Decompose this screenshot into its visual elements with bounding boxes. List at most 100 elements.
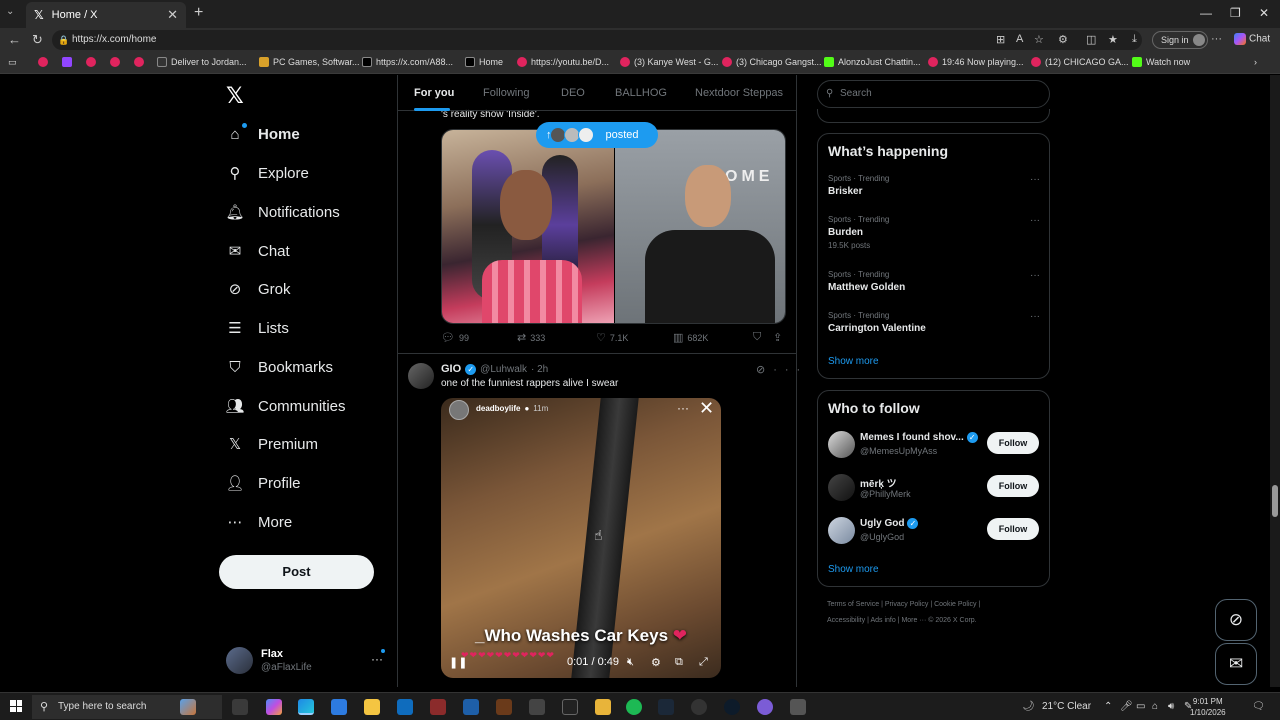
tab-for-you[interactable]: For you (414, 87, 454, 99)
sidebar-item-notifications[interactable]: 🔔︎ Notifications (225, 198, 339, 226)
bookmark-item[interactable]: (3) Kanye West - G... (620, 57, 718, 67)
trend-item[interactable]: Sports · Trending Matthew Golden ··· (828, 270, 1040, 293)
split-screen-icon[interactable]: ◫ (1086, 33, 1096, 46)
more-dots-icon[interactable]: ··· (1030, 174, 1040, 185)
settings-gear-icon[interactable] (790, 699, 806, 715)
app-icon[interactable] (496, 699, 512, 715)
sidebar-item-premium[interactable]: 𝕏 Premium (226, 430, 318, 458)
sidebar-item-lists[interactable]: ☰ Lists (226, 314, 289, 342)
fullscreen-icon[interactable]: ⤢ (699, 656, 708, 669)
app-icon[interactable] (562, 699, 578, 715)
mute-icon[interactable]: 🔇︎ (627, 656, 634, 669)
follow-suggestion[interactable]: Ugly God ✓ @UglyGod Follow (828, 516, 1040, 546)
mail-icon[interactable] (397, 699, 413, 715)
battery-icon[interactable]: ▭ (1136, 701, 1145, 712)
copilot-chat-button[interactable]: Chat (1234, 33, 1270, 45)
messages-float-button[interactable]: ✉ (1215, 643, 1257, 685)
follow-button[interactable]: Follow (987, 518, 1039, 540)
bookmark-item[interactable]: https://youtu.be/D... (517, 57, 609, 67)
tab-close-icon[interactable]: ✕ (167, 7, 178, 23)
weather-text[interactable]: 21°C Clear (1042, 701, 1091, 712)
chevron-up-icon[interactable]: ⌃ (1104, 701, 1112, 712)
favorites-icon[interactable]: ★ (1108, 33, 1118, 46)
app-icon[interactable] (595, 699, 611, 715)
edge-icon[interactable] (298, 699, 314, 715)
mic-icon[interactable]: 🎤︎ (1120, 701, 1133, 712)
favorite-star-icon[interactable]: ☆ (1034, 33, 1044, 46)
tab-ballhog[interactable]: BALLHOG (615, 87, 667, 99)
bookmark-item[interactable]: 19:46 Now playing... (928, 57, 1024, 67)
video-player[interactable]: deadboylife ● 11m ··· ✕ _Who Washes Car … (441, 398, 721, 678)
window-close-icon[interactable]: ✕ (1259, 6, 1269, 20)
tab-actions-icon[interactable]: ⌄ (6, 6, 14, 17)
steam-icon[interactable] (658, 699, 674, 715)
bookmark-item[interactable]: AlonzoJust Chattin... (824, 57, 921, 67)
follow-button[interactable]: Follow (987, 432, 1039, 454)
bookmark-item[interactable]: https://x.com/A88... (362, 57, 453, 67)
footer-links[interactable]: Terms of Service | Privacy Policy | Cook… (827, 601, 980, 608)
sidebar-item-grok[interactable]: ⊘ Grok (226, 275, 291, 303)
bookmark-item[interactable]: (12) CHICAGO GA... (1031, 57, 1129, 67)
tab-following[interactable]: Following (483, 87, 529, 99)
sidebar-item-profile[interactable]: 👤︎ Profile (225, 469, 300, 497)
footer-links[interactable]: Accessibility | Ads info | More ··· © 20… (827, 617, 977, 624)
taskbar-clock[interactable]: 9:01 PM 1/10/2026 (1190, 696, 1226, 718)
downloads-icon[interactable]: ⤓ (1132, 33, 1137, 46)
minimize-icon[interactable]: — (1200, 6, 1212, 20)
author-handle[interactable]: @Luhwalk (480, 364, 527, 375)
bookmarks-menu-icon[interactable]: ▭ (8, 57, 17, 68)
reply-button[interactable]: 💬︎ 99 (441, 331, 469, 344)
grok-float-button[interactable]: ⊘ (1215, 599, 1257, 641)
trend-item[interactable]: Sports · Trending Brisker ··· (828, 174, 1040, 197)
browser-tab-home[interactable]: 𝕏 Home / X ✕ (26, 2, 186, 28)
follow-suggestion[interactable]: mērķ ツ @PhillyMerk Follow (828, 473, 1040, 503)
more-dots-icon[interactable]: ··· (1030, 215, 1040, 226)
scrollbar-thumb[interactable] (1272, 485, 1278, 517)
sidebar-item-chat[interactable]: ✉ Chat (226, 237, 290, 265)
avatar[interactable] (408, 363, 434, 389)
repost-button[interactable]: ⇄ 333 (517, 331, 545, 344)
sidebar-item-more[interactable]: ⋯ More (226, 508, 293, 536)
bookmark-item[interactable]: Deliver to Jordan... (157, 57, 247, 67)
url-field[interactable]: 🔒 https://x.com/home (52, 30, 1142, 50)
extensions-icon[interactable]: ⚙ (1058, 33, 1068, 46)
pip-icon[interactable]: ⧉ (675, 656, 683, 669)
trend-item[interactable]: Sports · Trending Burden 19.5K posts ··· (828, 215, 1040, 250)
show-more-link[interactable]: Show more (828, 564, 879, 575)
app-icon[interactable] (463, 699, 479, 715)
app-icon[interactable] (724, 699, 740, 715)
search-highlight-icon[interactable] (180, 699, 196, 715)
app-icon[interactable] (529, 699, 545, 715)
app-icon[interactable] (757, 699, 773, 715)
app-icon[interactable] (691, 699, 707, 715)
follow-button[interactable]: Follow (987, 475, 1039, 497)
file-explorer-icon[interactable] (364, 699, 380, 715)
sidebar-item-bookmarks[interactable]: ⛉ Bookmarks (226, 353, 333, 381)
spotify-icon[interactable] (626, 699, 642, 715)
new-posts-pill[interactable]: ↑ posted (536, 122, 658, 148)
task-view-icon[interactable] (232, 699, 248, 715)
bookmark-item[interactable] (62, 57, 72, 67)
search-input[interactable]: ⚲ Search (817, 80, 1050, 108)
author-name[interactable]: GIO (441, 363, 461, 375)
views-button[interactable]: ▥ 682K (673, 331, 708, 344)
volume-icon[interactable]: 🔊︎ (1168, 701, 1174, 712)
more-dots-icon[interactable]: ··· (1030, 311, 1040, 322)
show-more-link[interactable]: Show more (828, 356, 879, 367)
sidebar-item-explore[interactable]: ⚲ Explore (226, 159, 309, 187)
follow-suggestion[interactable]: Memes I found shov... ✓ @MemesUpMyAss Fol… (828, 430, 1040, 460)
tab-nextdoor-steppas[interactable]: Nextdoor Steppas (695, 87, 783, 99)
sign-in-button[interactable]: Sign in (1152, 31, 1208, 49)
trend-item[interactable]: Sports · Trending Carrington Valentine ·… (828, 311, 1040, 334)
bookmark-item[interactable]: (3) Chicago Gangst... (722, 57, 822, 67)
x-logo-icon[interactable]: 𝕏 (226, 83, 244, 109)
sidebar-item-home[interactable]: ⌂ Home (226, 120, 300, 148)
more-bookmarks-icon[interactable]: › (1254, 57, 1257, 67)
notifications-icon[interactable]: 🗨︎ (1252, 701, 1265, 712)
new-tab-button[interactable]: + (194, 4, 203, 22)
bookmark-item[interactable] (110, 57, 120, 67)
bookmark-item[interactable]: Watch now (1132, 57, 1190, 67)
refresh-icon[interactable]: ↻ (32, 32, 43, 48)
read-aloud-icon[interactable]: A (1016, 33, 1023, 45)
app-icon[interactable] (430, 699, 446, 715)
